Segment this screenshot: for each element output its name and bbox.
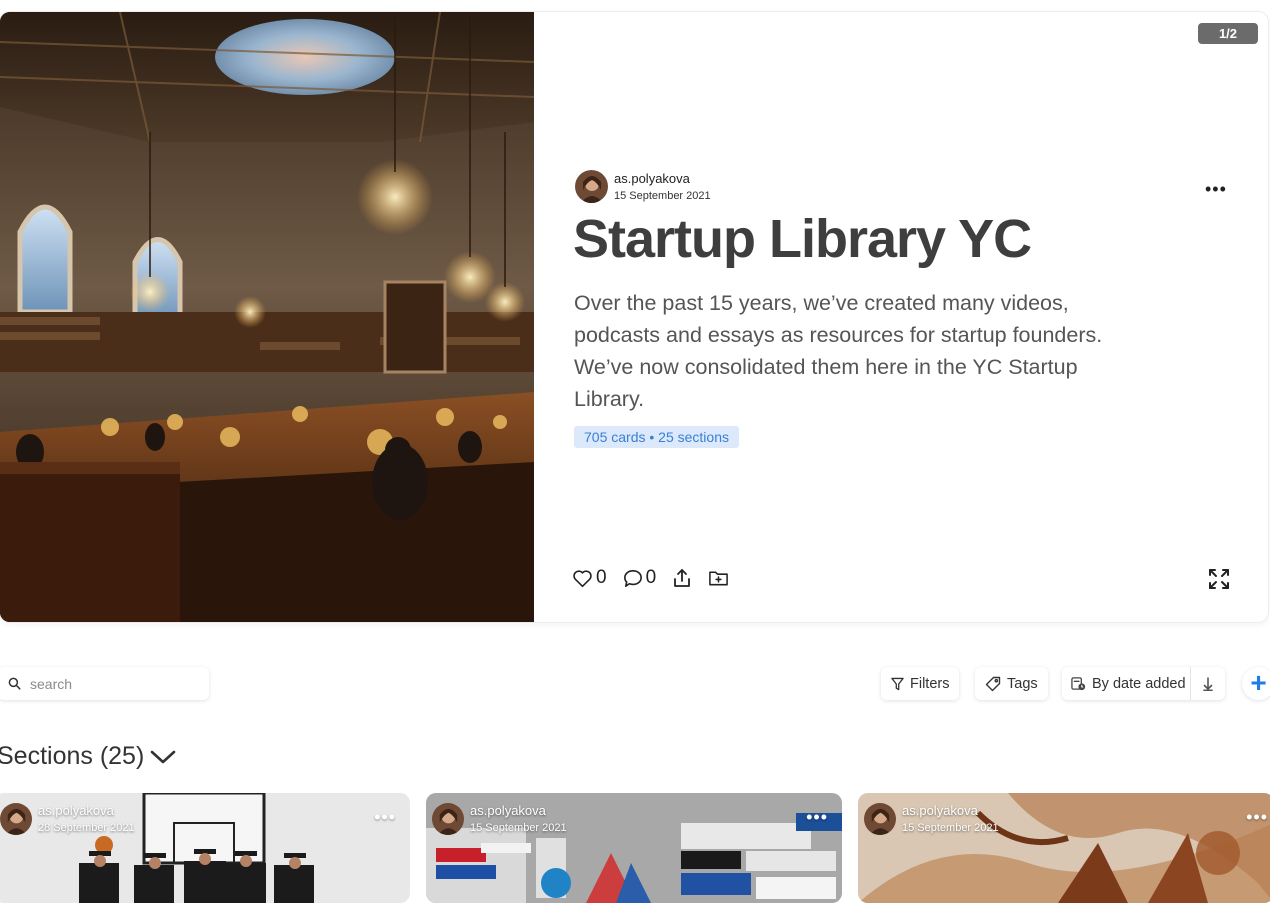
comment-button[interactable]: 0 <box>623 567 657 589</box>
sort-dropdown[interactable]: By date added <box>1062 667 1191 700</box>
action-bar: 0 0 <box>572 567 745 589</box>
avatar[interactable] <box>575 170 608 203</box>
search-icon <box>8 677 21 690</box>
more-icon[interactable]: ••• <box>806 808 828 826</box>
avatar[interactable] <box>864 803 896 835</box>
page-counter: 1/2 <box>1198 23 1258 44</box>
collection-hero-card: 1/2 as.polyakova 15 September 2021 ••• S… <box>0 12 1268 622</box>
share-button[interactable] <box>672 568 692 588</box>
author-name[interactable]: as.polyakova <box>38 803 135 819</box>
sections-heading: Sections (25) <box>0 742 145 770</box>
cover-image <box>0 12 534 622</box>
arrow-down-icon <box>1203 676 1213 691</box>
more-icon[interactable]: ••• <box>1205 180 1227 198</box>
add-button[interactable]: + <box>1242 667 1270 700</box>
sort-icon <box>1071 677 1086 691</box>
author-name[interactable]: as.polyakova <box>614 171 711 187</box>
filters-button[interactable]: Filters <box>881 667 960 700</box>
author-info[interactable]: as.polyakova 28 September 2021 <box>0 803 135 835</box>
avatar[interactable] <box>432 803 464 835</box>
comment-count: 0 <box>645 567 657 588</box>
author-info[interactable]: as.polyakova 15 September 2021 <box>575 170 711 203</box>
folder-add-icon <box>709 571 729 586</box>
section-card[interactable]: as.polyakova 15 September 2021 ••• <box>426 793 842 903</box>
share-icon <box>674 569 691 587</box>
sort-direction-button[interactable] <box>1191 667 1225 700</box>
author-name[interactable]: as.polyakova <box>470 803 567 819</box>
post-date: 15 September 2021 <box>614 189 711 202</box>
section-card[interactable]: as.polyakova 15 September 2021 ••• <box>858 793 1270 903</box>
avatar[interactable] <box>0 803 32 835</box>
author-info[interactable]: as.polyakova 15 September 2021 <box>864 803 999 835</box>
more-icon[interactable]: ••• <box>374 808 396 826</box>
more-icon[interactable]: ••• <box>1246 808 1268 826</box>
tags-label: Tags <box>1007 675 1038 692</box>
sections-toggle[interactable]: Sections (25) <box>0 742 176 771</box>
tags-button[interactable]: Tags <box>975 667 1048 700</box>
expand-icon[interactable] <box>1208 568 1230 595</box>
chevron-down-icon <box>150 750 176 763</box>
section-card[interactable]: as.polyakova 28 September 2021 ••• <box>0 793 410 903</box>
author-name[interactable]: as.polyakova <box>902 803 999 819</box>
add-to-folder-button[interactable] <box>708 569 729 587</box>
post-date: 15 September 2021 <box>902 822 999 834</box>
author-info[interactable]: as.polyakova 15 September 2021 <box>432 803 567 835</box>
comment-icon <box>623 569 642 587</box>
sort-control: By date added <box>1062 667 1225 700</box>
filters-label: Filters <box>910 675 950 692</box>
like-count: 0 <box>596 567 607 588</box>
sort-label: By date added <box>1092 675 1186 692</box>
heart-icon <box>573 569 592 587</box>
page-title: Startup Library YC <box>573 209 1032 269</box>
search-input[interactable] <box>30 675 190 692</box>
collection-description: Over the past 15 years, we’ve created ma… <box>574 291 1103 411</box>
stats-badge: 705 cards • 25 sections <box>574 426 739 448</box>
search-box[interactable] <box>0 667 209 700</box>
tag-icon <box>985 676 1001 691</box>
post-date: 15 September 2021 <box>470 822 567 834</box>
like-button[interactable]: 0 <box>572 567 607 589</box>
post-date: 28 September 2021 <box>38 822 135 834</box>
filter-icon <box>891 677 904 690</box>
